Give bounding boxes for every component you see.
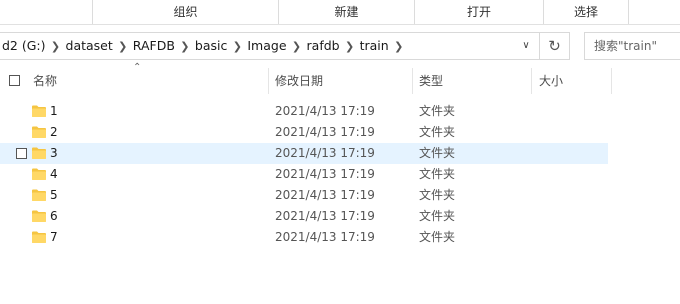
chevron-down-icon[interactable]: ∨ [516,33,536,59]
file-row[interactable]: 2 2021/4/13 17:19 文件夹 [0,122,608,143]
file-date: 2021/4/13 17:19 [275,125,375,139]
file-row[interactable]: 5 2021/4/13 17:19 文件夹 [0,185,608,206]
ribbon-group-new: 新建 [334,5,359,19]
ribbon-group-select: 选择 [573,5,598,19]
file-name: 2 [50,125,58,139]
folder-icon [32,189,46,201]
breadcrumb-image[interactable]: Image [245,33,288,59]
refresh-button[interactable]: ↻ [540,32,570,60]
file-type: 文件夹 [419,146,456,160]
ribbon-group-labels: 组织 新建 打开 选择 [0,0,680,25]
column-header-row: ⌃ 名称 修改日期 类型 大小 [0,62,680,94]
file-date: 2021/4/13 17:19 [275,188,375,202]
address-bar[interactable]: d2 (G:) ❯ dataset ❯ RAFDB ❯ basic ❯ Image ❯ rafdb ❯… [0,32,540,60]
file-date: 2021/4/13 17:19 [275,167,375,181]
select-all-checkbox[interactable] [9,75,20,86]
search-input[interactable]: 搜索"train" [584,32,680,60]
breadcrumb-rafdb[interactable]: RAFDB [131,33,177,59]
column-header-type[interactable]: 类型 [419,68,443,94]
folder-icon [32,105,46,117]
file-type: 文件夹 [419,125,456,139]
file-name: 7 [50,230,58,244]
file-row[interactable]: 4 2021/4/13 17:19 文件夹 [0,164,608,185]
column-separator[interactable] [412,68,413,94]
breadcrumb-drive[interactable]: d2 (G:) [0,33,48,59]
file-name: 6 [50,209,58,223]
breadcrumb: d2 (G:) ❯ dataset ❯ RAFDB ❯ basic ❯ Image ❯ rafdb ❯… [0,33,407,59]
breadcrumb-dataset[interactable]: dataset [64,33,115,59]
folder-icon [32,168,46,180]
column-separator[interactable] [611,68,612,94]
chevron-right-icon[interactable]: ❯ [48,34,64,60]
chevron-right-icon[interactable]: ❯ [391,34,407,60]
file-date: 2021/4/13 17:19 [275,209,375,223]
folder-icon [32,210,46,222]
file-row[interactable]: 1 2021/4/13 17:19 文件夹 [0,101,608,122]
ribbon-group-organize: 组织 [173,5,198,19]
file-row-selected[interactable]: 3 2021/4/13 17:19 文件夹 [0,143,608,164]
sort-ascending-icon: ⌃ [133,62,142,73]
file-name: 4 [50,167,58,181]
file-date: 2021/4/13 17:19 [275,230,375,244]
file-type: 文件夹 [419,230,456,244]
chevron-right-icon[interactable]: ❯ [289,34,305,60]
file-type: 文件夹 [419,104,456,118]
refresh-icon: ↻ [548,37,561,55]
breadcrumb-basic[interactable]: basic [193,33,229,59]
folder-icon [32,126,46,138]
chevron-right-icon[interactable]: ❯ [342,34,358,60]
file-name: 5 [50,188,58,202]
file-type: 文件夹 [419,188,456,202]
column-separator[interactable] [531,68,532,94]
file-date: 2021/4/13 17:19 [275,104,375,118]
chevron-right-icon[interactable]: ❯ [115,34,131,60]
file-row[interactable]: 7 2021/4/13 17:19 文件夹 [0,227,608,248]
ribbon-group-open: 打开 [466,5,491,19]
breadcrumb-train[interactable]: train [358,33,391,59]
column-separator[interactable] [268,68,269,94]
column-header-size[interactable]: 大小 [539,68,563,94]
file-name: 1 [50,104,58,118]
ribbon-separator [628,0,629,24]
column-header-name[interactable]: 名称 [33,68,57,94]
chevron-right-icon[interactable]: ❯ [177,34,193,60]
chevron-right-icon[interactable]: ❯ [229,34,245,60]
folder-icon [32,231,46,243]
file-name: 3 [50,146,58,160]
file-row[interactable]: 6 2021/4/13 17:19 文件夹 [0,206,608,227]
file-date: 2021/4/13 17:19 [275,146,375,160]
file-type: 文件夹 [419,209,456,223]
row-checkbox[interactable] [16,148,27,159]
column-header-date[interactable]: 修改日期 [275,68,323,94]
breadcrumb-rafdb-sub[interactable]: rafdb [305,33,342,59]
file-type: 文件夹 [419,167,456,181]
folder-icon [32,147,46,159]
